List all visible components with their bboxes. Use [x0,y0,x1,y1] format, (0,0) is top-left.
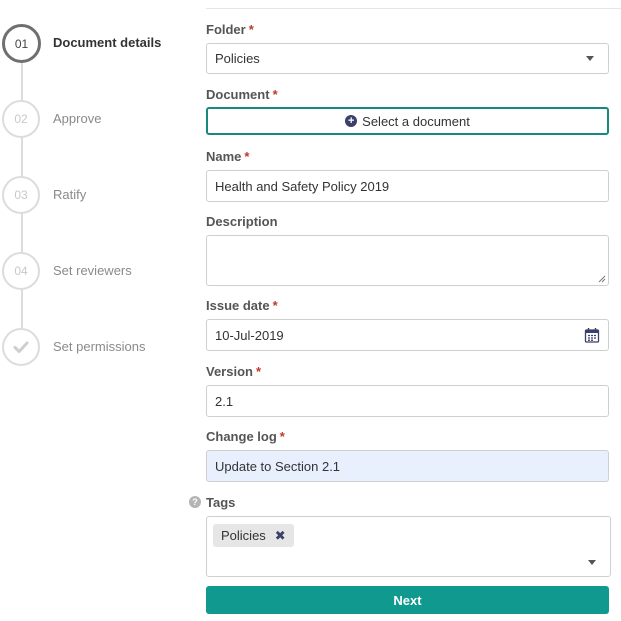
remove-tag-icon[interactable]: ✖ [275,528,286,544]
step-label: Set reviewers [53,263,132,278]
chevron-down-icon[interactable] [588,560,596,565]
tags-label: ? Tags [189,495,236,510]
select-document-button[interactable]: + Select a document [206,107,609,135]
required-marker: * [272,87,278,102]
wizard-stepper: 01 Document details 02 Approve 03 Ratify… [0,0,190,400]
step-label: Set permissions [53,339,146,354]
description-label-text: Description [206,214,278,229]
change-log-input[interactable]: Update to Section 2.1 [206,450,609,482]
name-value: Health and Safety Policy 2019 [215,178,390,194]
version-input[interactable]: 2.1 [206,385,609,417]
next-button[interactable]: Next [206,586,609,614]
name-label-text: Name [206,149,242,164]
step-number-badge: 01 [2,24,41,63]
tag-chip: Policies ✖ [213,524,294,547]
issue-date-value: 10-Jul-2019 [215,327,284,343]
resize-grip-icon[interactable] [598,275,606,283]
step-label: Approve [53,111,102,126]
chevron-down-icon [586,56,594,61]
plus-circle-icon: + [345,115,358,127]
top-divider [206,8,621,9]
change-log-label: Change log * [206,429,285,444]
step-ratify[interactable]: 03 Ratify [0,176,190,216]
step-label: Document details [53,35,162,50]
version-label-text: Version [206,364,253,379]
select-document-label: Select a document [362,113,470,129]
folder-label: Folder * [206,22,254,37]
required-marker: * [272,298,278,313]
issue-date-input[interactable]: 10-Jul-2019 [206,319,609,351]
description-textarea[interactable] [206,235,609,286]
help-icon[interactable]: ? [189,496,201,508]
required-marker: * [279,429,285,444]
tags-label-text: Tags [206,495,236,510]
version-label: Version * [206,364,261,379]
issue-date-label-text: Issue date [206,298,270,313]
document-label: Document * [206,87,278,102]
check-icon [13,341,29,353]
tag-chip-label: Policies [221,528,266,543]
folder-label-text: Folder [206,22,246,37]
required-marker: * [255,364,262,379]
step-number-badge: 02 [2,100,40,138]
description-label: Description [206,214,278,229]
step-set-reviewers[interactable]: 04 Set reviewers [0,252,190,292]
change-log-value: Update to Section 2.1 [215,458,341,474]
step-label: Ratify [53,187,87,202]
change-log-label-text: Change log [206,429,277,444]
step-number-badge: 04 [2,252,40,290]
document-label-text: Document [206,87,270,102]
step-number-badge: 03 [2,176,40,214]
tags-multiselect[interactable]: Policies ✖ [206,516,611,577]
folder-select[interactable]: Policies [206,43,609,74]
required-marker: * [248,22,254,37]
name-input[interactable]: Health and Safety Policy 2019 [206,170,609,202]
required-marker: * [244,149,250,164]
step-set-permissions[interactable]: Set permissions [0,328,190,368]
step-check-badge [2,328,40,366]
step-document-details[interactable]: 01 Document details [0,24,190,64]
issue-date-label: Issue date * [206,298,278,313]
calendar-icon[interactable] [584,327,600,343]
name-label: Name * [206,149,249,164]
folder-value: Policies [215,51,260,66]
version-value: 2.1 [215,393,234,409]
step-approve[interactable]: 02 Approve [0,100,190,140]
